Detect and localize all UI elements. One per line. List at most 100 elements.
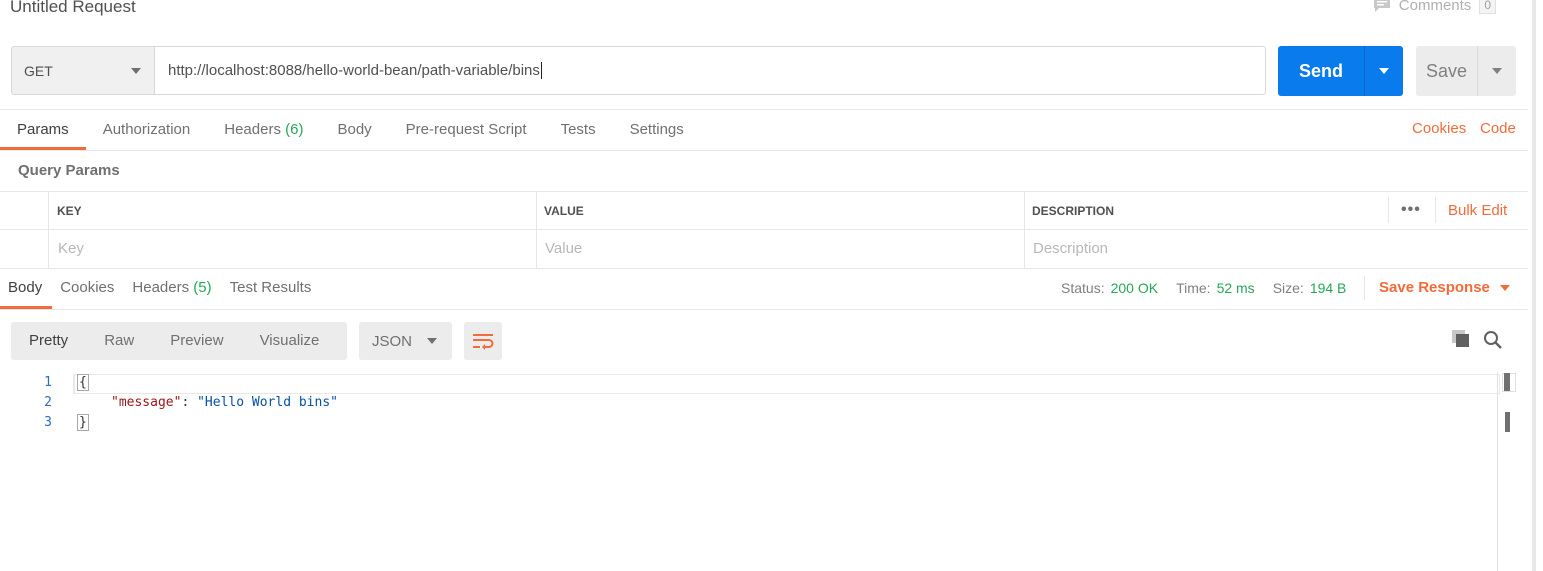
response-tab-cookies[interactable]: Cookies [52, 269, 124, 309]
code-line-2: "message": "Hello World bins" [111, 395, 338, 410]
tab-label: Pre-request Script [405, 121, 527, 138]
tab-body[interactable]: Body [320, 110, 388, 150]
chevron-down-icon [427, 338, 437, 344]
chevron-down-icon [131, 68, 141, 74]
save-options-button[interactable] [1478, 46, 1516, 96]
request-title[interactable]: Untitled Request [10, 0, 136, 17]
size-label: Size: [1272, 280, 1304, 296]
send-button-group: Send [1278, 46, 1403, 96]
copy-icon[interactable] [1451, 329, 1471, 354]
tab-label: Params [17, 121, 69, 138]
params-table-row [0, 229, 1528, 269]
comments-button[interactable]: Comments 0 [1373, 0, 1496, 14]
json-key: "message" [111, 395, 182, 410]
url-value: http://localhost:8088/hello-world-bean/p… [168, 62, 540, 79]
code-line-3: } [77, 414, 89, 431]
time-value[interactable]: 52 ms [1217, 280, 1255, 296]
search-icon[interactable] [1483, 330, 1503, 355]
tab-headers[interactable]: Headers (6) [207, 110, 320, 150]
divider [1364, 276, 1365, 300]
query-params-title: Query Params [18, 162, 120, 179]
scrollbar-marker[interactable] [1505, 412, 1510, 432]
line-number: 1 [44, 375, 52, 390]
tab-pre-request-script[interactable]: Pre-request Script [389, 110, 544, 150]
divider [0, 150, 1528, 151]
size-value[interactable]: 194 B [1310, 280, 1347, 296]
comment-icon [1373, 0, 1390, 12]
status-value[interactable]: 200 OK [1111, 280, 1158, 296]
save-button-group: Save [1416, 46, 1516, 96]
active-line-highlight [73, 374, 1500, 394]
json-value: "Hello World bins" [197, 395, 338, 410]
response-tab-headers[interactable]: Headers (5) [124, 269, 221, 309]
line-number: 3 [44, 415, 52, 430]
tab-label: Test Results [229, 279, 312, 296]
line-number: 2 [44, 395, 52, 410]
tab-tests[interactable]: Tests [544, 110, 613, 150]
description-input[interactable]: Description [1033, 240, 1108, 257]
tab-authorization[interactable]: Authorization [86, 110, 208, 150]
raw-button[interactable]: Raw [86, 322, 152, 360]
tab-label: Cookies [60, 279, 115, 296]
json-colon: : [181, 395, 198, 410]
send-button[interactable]: Send [1278, 46, 1364, 96]
divider [0, 309, 1528, 310]
method-value: GET [24, 62, 53, 79]
code-link[interactable]: Code [1480, 120, 1516, 137]
response-tab-body[interactable]: Body [0, 269, 53, 309]
status-label: Status: [1061, 280, 1105, 296]
column-divider [1435, 197, 1436, 223]
method-select[interactable]: GET [11, 46, 155, 95]
column-header-value: VALUE [544, 204, 584, 218]
open-brace: { [77, 374, 89, 391]
column-divider [536, 191, 537, 269]
response-tab-test-results[interactable]: Test Results [222, 269, 322, 309]
save-response-button[interactable]: Save Response [1379, 279, 1510, 296]
bulk-edit-link[interactable]: Bulk Edit [1448, 202, 1507, 219]
caret-down-icon [1379, 68, 1389, 74]
visualize-button[interactable]: Visualize [242, 322, 338, 360]
caret-down-icon [1499, 284, 1510, 291]
params-table-header [0, 191, 1528, 230]
time-label: Time: [1176, 280, 1211, 296]
tab-label: Body [8, 279, 43, 296]
column-header-key: KEY [57, 204, 82, 218]
tab-count: (6) [285, 121, 304, 138]
tab-label: Tests [560, 121, 596, 138]
tab-params[interactable]: Params [0, 110, 86, 150]
response-meta: Status: 200 OK Time: 52 ms Size: 194 B [1061, 280, 1358, 296]
preview-button[interactable]: Preview [152, 322, 241, 360]
window-edge [1532, 0, 1536, 571]
tab-count: (5) [193, 279, 212, 296]
column-divider [1024, 191, 1025, 269]
format-select[interactable]: JSON [359, 322, 452, 360]
pretty-button[interactable]: Pretty [11, 322, 86, 360]
request-tabs: Params Authorization Headers (6) Body Pr… [0, 110, 701, 150]
column-header-description: DESCRIPTION [1032, 204, 1115, 218]
save-response-label: Save Response [1379, 279, 1490, 296]
key-input[interactable]: Key [58, 240, 84, 257]
tab-settings[interactable]: Settings [613, 110, 701, 150]
text-cursor [540, 62, 542, 79]
tab-label: Headers [224, 121, 281, 138]
column-divider [1388, 197, 1389, 223]
tab-label: Settings [629, 121, 684, 138]
cookies-link[interactable]: Cookies [1412, 120, 1466, 137]
column-divider [48, 191, 49, 269]
value-input[interactable]: Value [545, 240, 582, 257]
code-line-1: { [77, 374, 89, 391]
scrollbar-thumb[interactable] [1504, 373, 1510, 391]
close-brace: } [77, 414, 89, 431]
response-tabs: Body Cookies Headers (5) Test Results [0, 269, 321, 309]
comments-count: 0 [1479, 0, 1496, 14]
url-input[interactable]: http://localhost:8088/hello-world-bean/p… [154, 46, 1266, 95]
format-value: JSON [372, 332, 413, 350]
view-mode-group: Pretty Raw Preview Visualize [11, 322, 347, 360]
more-options-icon[interactable]: ••• [1401, 201, 1421, 219]
comments-label: Comments [1398, 0, 1472, 14]
save-button[interactable]: Save [1416, 46, 1477, 96]
send-options-button[interactable] [1365, 46, 1403, 96]
wrap-lines-button[interactable] [464, 322, 502, 360]
wrap-icon [473, 334, 494, 350]
tab-label: Body [337, 121, 372, 138]
